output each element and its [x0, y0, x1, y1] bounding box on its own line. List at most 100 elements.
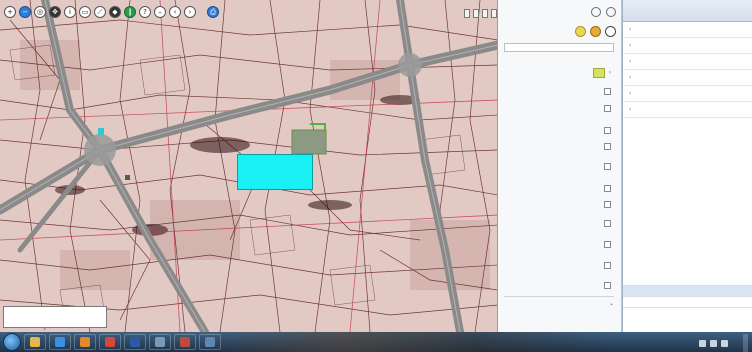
chrome-icon: [105, 337, 115, 347]
map-toolbar: + − ◎ ✥ i ▭ ⟋ ◆ ❙ ? – ‹ › ⎙: [4, 6, 219, 18]
layer-checkbox[interactable]: [604, 200, 611, 208]
select-icon[interactable]: ▭: [79, 6, 91, 18]
chevron-down-icon[interactable]: ⌄: [609, 300, 614, 307]
network-icon[interactable]: [699, 339, 706, 347]
back-icon[interactable]: ‹: [169, 6, 181, 18]
taskbar-app-ie-icon[interactable]: [49, 334, 71, 350]
measure-icon[interactable]: ⟋: [94, 6, 106, 18]
word-icon: [130, 337, 140, 347]
layer-checkbox[interactable]: [604, 162, 611, 170]
chevron-left-icon: ‹: [629, 90, 632, 97]
minimize-icon[interactable]: [606, 7, 616, 17]
info-icon[interactable]: ?: [139, 6, 151, 18]
main-menu-panel: ‹ ‹ ‹ ‹ ‹ ‹: [622, 0, 752, 332]
map-view[interactable]: + − ◎ ✥ i ▭ ⟋ ◆ ❙ ? – ‹ › ⎙: [0, 0, 498, 332]
layer-checkbox[interactable]: [604, 87, 611, 95]
taskbar-app-app6-icon[interactable]: [149, 334, 171, 350]
menu-item[interactable]: ‹: [623, 70, 752, 86]
start-button[interactable]: [3, 333, 21, 351]
pan-icon[interactable]: ✥: [49, 6, 61, 18]
scale-dropdown[interactable]: [464, 9, 470, 18]
layer-item[interactable]: [600, 260, 611, 270]
app7-icon: [180, 337, 190, 347]
zoom-in-icon[interactable]: +: [4, 6, 16, 18]
measure-area-icon[interactable]: ◆: [109, 6, 121, 18]
taskbar-app-chrome-icon[interactable]: [99, 334, 121, 350]
ie-icon: [55, 337, 65, 347]
layer-item[interactable]: [600, 103, 611, 113]
explorer-icon: [30, 337, 40, 347]
volume-icon[interactable]: [710, 339, 717, 347]
scale-step-1[interactable]: [473, 9, 479, 18]
layer-item[interactable]: [600, 125, 611, 135]
layer-checkbox[interactable]: [604, 104, 611, 112]
layer-group-item[interactable]: [600, 86, 611, 96]
legend-icon[interactable]: [575, 25, 586, 37]
legend-swatch: [592, 68, 605, 78]
layer-item[interactable]: [600, 199, 611, 209]
windows-taskbar: [0, 332, 752, 352]
layer-checkbox[interactable]: [604, 219, 611, 227]
chevron-left-icon: ‹: [629, 106, 632, 113]
taskbar-app-word-icon[interactable]: [124, 334, 146, 350]
menu-header: [623, 0, 752, 22]
menu-footer-item[interactable]: [623, 296, 752, 307]
chevron-left-icon: ‹: [629, 42, 632, 49]
layer-checkbox[interactable]: [604, 126, 611, 134]
minus-icon[interactable]: –: [154, 6, 166, 18]
menu-item[interactable]: ‹: [623, 22, 752, 38]
menu-item[interactable]: ‹: [623, 38, 752, 54]
panel-tool-row: [498, 24, 622, 38]
chevron-left-icon: ‹: [629, 26, 632, 33]
layer-item[interactable]: [600, 183, 611, 193]
panel-header: [498, 5, 622, 19]
chevron-right-icon[interactable]: ›: [609, 70, 611, 76]
taskbar-app-media-icon[interactable]: [74, 334, 96, 350]
forward-icon[interactable]: ›: [184, 6, 196, 18]
menu-footer-item[interactable]: [623, 285, 752, 296]
chevron-left-icon: ‹: [629, 58, 632, 65]
taskbar-app-app7-icon[interactable]: [174, 334, 196, 350]
taskbar-background: [210, 332, 610, 352]
close-icon[interactable]: [591, 7, 601, 17]
app6-icon: [155, 337, 165, 347]
show-desktop-button[interactable]: [743, 334, 748, 352]
menu-item[interactable]: ‹: [623, 102, 752, 118]
layer-panel: › ⌄: [498, 0, 622, 332]
gis-application-window: + − ◎ ✥ i ▭ ⟋ ◆ ❙ ? – ‹ › ⎙ › ⌄ ‹ ‹ ‹ ‹ …: [0, 0, 752, 352]
layer-item[interactable]: [600, 218, 611, 228]
menu-footer-item[interactable]: [623, 307, 752, 318]
identify-icon[interactable]: i: [64, 6, 76, 18]
layers-icon[interactable]: [590, 25, 601, 37]
layer-item[interactable]: ›: [589, 68, 611, 78]
layer-checkbox[interactable]: [604, 261, 611, 269]
system-tray: [699, 334, 748, 352]
menu-footer: [623, 285, 752, 318]
scale-step-3[interactable]: [491, 9, 497, 18]
parcel-info-popup[interactable]: [237, 154, 313, 190]
print-icon[interactable]: ⎙: [207, 6, 219, 18]
settings-icon[interactable]: [605, 25, 616, 37]
layer-item[interactable]: [600, 141, 611, 151]
zoom-out-icon[interactable]: −: [19, 6, 31, 18]
bookmark-icon[interactable]: ❙: [124, 6, 136, 18]
layer-item[interactable]: [600, 280, 611, 290]
menu-item[interactable]: ‹: [623, 54, 752, 70]
chevron-left-icon: ‹: [629, 74, 632, 81]
layer-checkbox[interactable]: [604, 184, 611, 192]
flag-icon[interactable]: [721, 339, 728, 347]
media-icon: [80, 337, 90, 347]
scale-step-2[interactable]: [482, 9, 488, 18]
layer-checkbox[interactable]: [604, 142, 611, 150]
layer-checkbox[interactable]: [604, 240, 611, 248]
menu-item[interactable]: ‹: [623, 86, 752, 102]
layer-item[interactable]: [600, 161, 611, 171]
layer-checkbox[interactable]: [604, 281, 611, 289]
full-extent-icon[interactable]: ◎: [34, 6, 46, 18]
coordinate-readout: [3, 306, 107, 328]
taskbar-app-explorer-icon[interactable]: [24, 334, 46, 350]
layer-search-input[interactable]: [504, 43, 614, 52]
map-scale-controls: [464, 9, 497, 18]
panel-footer: ⌄: [504, 296, 614, 310]
layer-item[interactable]: [600, 239, 611, 249]
